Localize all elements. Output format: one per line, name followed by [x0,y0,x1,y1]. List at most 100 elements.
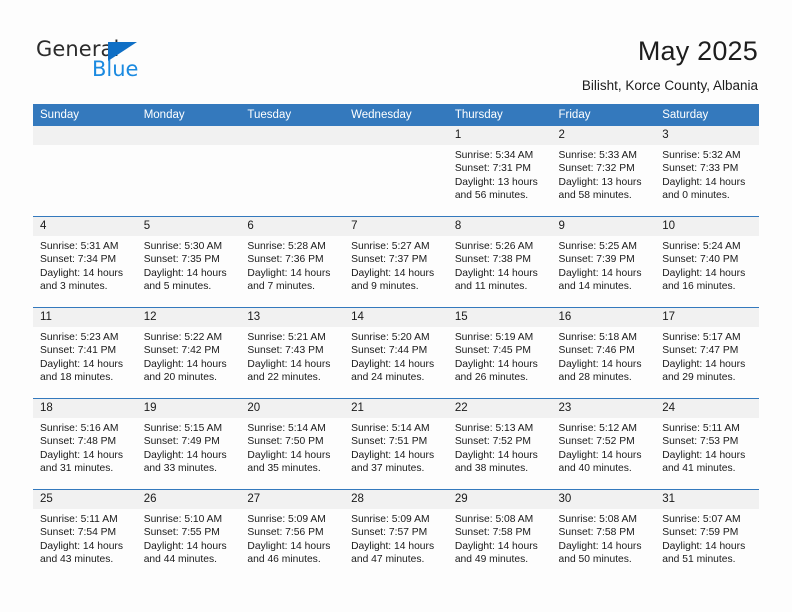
sunset-text: Sunset: 7:59 PM [662,527,739,539]
calendar-body: 1 Sunrise: 5:34 AM Sunset: 7:31 PM Dayli… [33,126,759,580]
daylight-text-line2: and 26 minutes. [454,372,529,384]
day-cell[interactable] [136,126,241,217]
sunset-text: Sunset: 7:50 PM [247,436,324,448]
day-cell[interactable]: 19 Sunrise: 5:15 AM Sunset: 7:49 PM Dayl… [136,398,241,490]
day-number: 6 [240,217,345,236]
day-cell[interactable] [240,126,345,217]
day-cell[interactable]: 13 Sunrise: 5:21 AM Sunset: 7:43 PM Dayl… [240,307,345,399]
daylight-text-line1: Daylight: 14 hours [454,358,538,370]
day-cell[interactable]: 18 Sunrise: 5:16 AM Sunset: 7:48 PM Dayl… [33,398,137,490]
day-number: 11 [33,308,137,327]
day-details [344,145,448,149]
daylight-text-line1: Daylight: 14 hours [351,540,435,552]
day-cell[interactable]: 26 Sunrise: 5:10 AM Sunset: 7:55 PM Dayl… [136,489,241,580]
day-number: 19 [136,399,241,418]
daylight-text-line2: and 20 minutes. [143,372,217,384]
sunrise-text: Sunrise: 5:08 AM [558,514,637,525]
day-number [344,126,448,145]
day-number: 25 [33,490,137,509]
daylight-text-line2: and 47 minutes. [351,554,425,566]
daylight-text-line1: Daylight: 14 hours [247,358,331,370]
sunrise-text: Sunrise: 5:10 AM [143,514,223,525]
day-cell[interactable]: 25 Sunrise: 5:11 AM Sunset: 7:54 PM Dayl… [33,489,137,580]
day-cell[interactable]: 10 Sunrise: 5:24 AM Sunset: 7:40 PM Dayl… [655,216,759,308]
day-cell[interactable]: 14 Sunrise: 5:20 AM Sunset: 7:44 PM Dayl… [344,307,448,399]
week-row: 11 Sunrise: 5:23 AM Sunset: 7:41 PM Dayl… [33,307,759,399]
sunrise-text: Sunrise: 5:21 AM [247,332,326,343]
page-subtitle: Bilisht, Korce County, Albania [581,78,758,93]
day-details: Sunrise: 5:27 AM Sunset: 7:37 PM Dayligh… [344,236,448,294]
weekday-header-tuesday: Tuesday [240,104,345,126]
sunrise-text: Sunrise: 5:24 AM [662,241,741,252]
daylight-text-line2: and 0 minutes. [662,190,730,202]
weekday-header-thursday: Thursday [447,104,552,126]
day-number: 30 [551,490,656,509]
day-number: 1 [447,126,552,145]
daylight-text-line2: and 58 minutes. [558,190,632,202]
daylight-text-line2: and 24 minutes. [351,372,425,384]
day-cell[interactable]: 29 Sunrise: 5:08 AM Sunset: 7:58 PM Dayl… [447,489,552,580]
day-cell[interactable]: 17 Sunrise: 5:17 AM Sunset: 7:47 PM Dayl… [655,307,759,399]
day-cell[interactable] [344,126,448,217]
daylight-text-line2: and 14 minutes. [558,281,632,293]
day-number: 2 [551,126,656,145]
sunrise-text: Sunrise: 5:31 AM [40,241,119,252]
day-cell[interactable]: 7 Sunrise: 5:27 AM Sunset: 7:37 PM Dayli… [344,216,448,308]
day-cell[interactable]: 28 Sunrise: 5:09 AM Sunset: 7:57 PM Dayl… [344,489,448,580]
sunset-text: Sunset: 7:56 PM [247,527,324,539]
day-details: Sunrise: 5:10 AM Sunset: 7:55 PM Dayligh… [137,509,241,567]
sunrise-text: Sunrise: 5:19 AM [454,332,534,343]
day-cell[interactable]: 22 Sunrise: 5:13 AM Sunset: 7:52 PM Dayl… [447,398,552,490]
day-cell[interactable]: 20 Sunrise: 5:14 AM Sunset: 7:50 PM Dayl… [240,398,345,490]
day-cell[interactable]: 15 Sunrise: 5:19 AM Sunset: 7:45 PM Dayl… [447,307,552,399]
sunrise-text: Sunrise: 5:20 AM [351,332,430,343]
day-cell[interactable]: 23 Sunrise: 5:12 AM Sunset: 7:52 PM Dayl… [551,398,656,490]
sunset-text: Sunset: 7:52 PM [454,436,531,448]
day-cell[interactable]: 8 Sunrise: 5:26 AM Sunset: 7:38 PM Dayli… [447,216,552,308]
day-cell[interactable]: 6 Sunrise: 5:28 AM Sunset: 7:36 PM Dayli… [240,216,345,308]
sunset-text: Sunset: 7:40 PM [662,254,739,266]
day-number: 18 [33,399,137,418]
day-number: 26 [136,490,241,509]
day-details: Sunrise: 5:08 AM Sunset: 7:58 PM Dayligh… [448,509,552,567]
sunset-text: Sunset: 7:32 PM [558,163,635,175]
day-cell[interactable]: 24 Sunrise: 5:11 AM Sunset: 7:53 PM Dayl… [655,398,759,490]
day-cell[interactable]: 16 Sunrise: 5:18 AM Sunset: 7:46 PM Dayl… [551,307,656,399]
daylight-text-line2: and 11 minutes. [454,281,528,293]
day-cell[interactable]: 31 Sunrise: 5:07 AM Sunset: 7:59 PM Dayl… [655,489,759,580]
sunrise-text: Sunrise: 5:28 AM [247,241,326,252]
weekday-header-wednesday: Wednesday [344,104,448,126]
sunset-text: Sunset: 7:49 PM [143,436,220,448]
day-cell[interactable]: 2 Sunrise: 5:33 AM Sunset: 7:32 PM Dayli… [551,126,656,217]
day-cell[interactable]: 5 Sunrise: 5:30 AM Sunset: 7:35 PM Dayli… [136,216,241,308]
day-cell[interactable]: 27 Sunrise: 5:09 AM Sunset: 7:56 PM Dayl… [240,489,345,580]
day-details [33,145,137,149]
day-number: 23 [551,399,656,418]
day-cell[interactable]: 4 Sunrise: 5:31 AM Sunset: 7:34 PM Dayli… [33,216,137,308]
brand-logo[interactable]: General Blue [36,38,166,86]
day-details: Sunrise: 5:20 AM Sunset: 7:44 PM Dayligh… [344,327,448,385]
sunset-text: Sunset: 7:34 PM [40,254,117,266]
daylight-text-line1: Daylight: 14 hours [351,358,435,370]
day-number: 5 [136,217,241,236]
calendar-page: General Blue May 2025 Bilisht, Korce Cou… [0,0,792,612]
day-cell[interactable]: 21 Sunrise: 5:14 AM Sunset: 7:51 PM Dayl… [344,398,448,490]
daylight-text-line2: and 18 minutes. [40,372,114,384]
sunset-text: Sunset: 7:52 PM [558,436,635,448]
day-cell[interactable] [33,126,137,217]
day-cell[interactable]: 12 Sunrise: 5:22 AM Sunset: 7:42 PM Dayl… [136,307,241,399]
daylight-text-line2: and 16 minutes. [662,281,736,293]
day-cell[interactable]: 9 Sunrise: 5:25 AM Sunset: 7:39 PM Dayli… [551,216,656,308]
day-details: Sunrise: 5:19 AM Sunset: 7:45 PM Dayligh… [448,327,552,385]
day-cell[interactable]: 11 Sunrise: 5:23 AM Sunset: 7:41 PM Dayl… [33,307,137,399]
daylight-text-line1: Daylight: 14 hours [558,267,642,279]
sunset-text: Sunset: 7:42 PM [143,345,220,357]
day-cell[interactable]: 1 Sunrise: 5:34 AM Sunset: 7:31 PM Dayli… [447,126,552,217]
day-cell[interactable]: 3 Sunrise: 5:32 AM Sunset: 7:33 PM Dayli… [655,126,759,217]
week-row: 4 Sunrise: 5:31 AM Sunset: 7:34 PM Dayli… [33,216,759,308]
daylight-text-line2: and 7 minutes. [247,281,315,293]
day-cell[interactable]: 30 Sunrise: 5:08 AM Sunset: 7:58 PM Dayl… [551,489,656,580]
day-number: 4 [33,217,137,236]
sunset-text: Sunset: 7:41 PM [40,345,117,357]
day-number: 21 [344,399,448,418]
